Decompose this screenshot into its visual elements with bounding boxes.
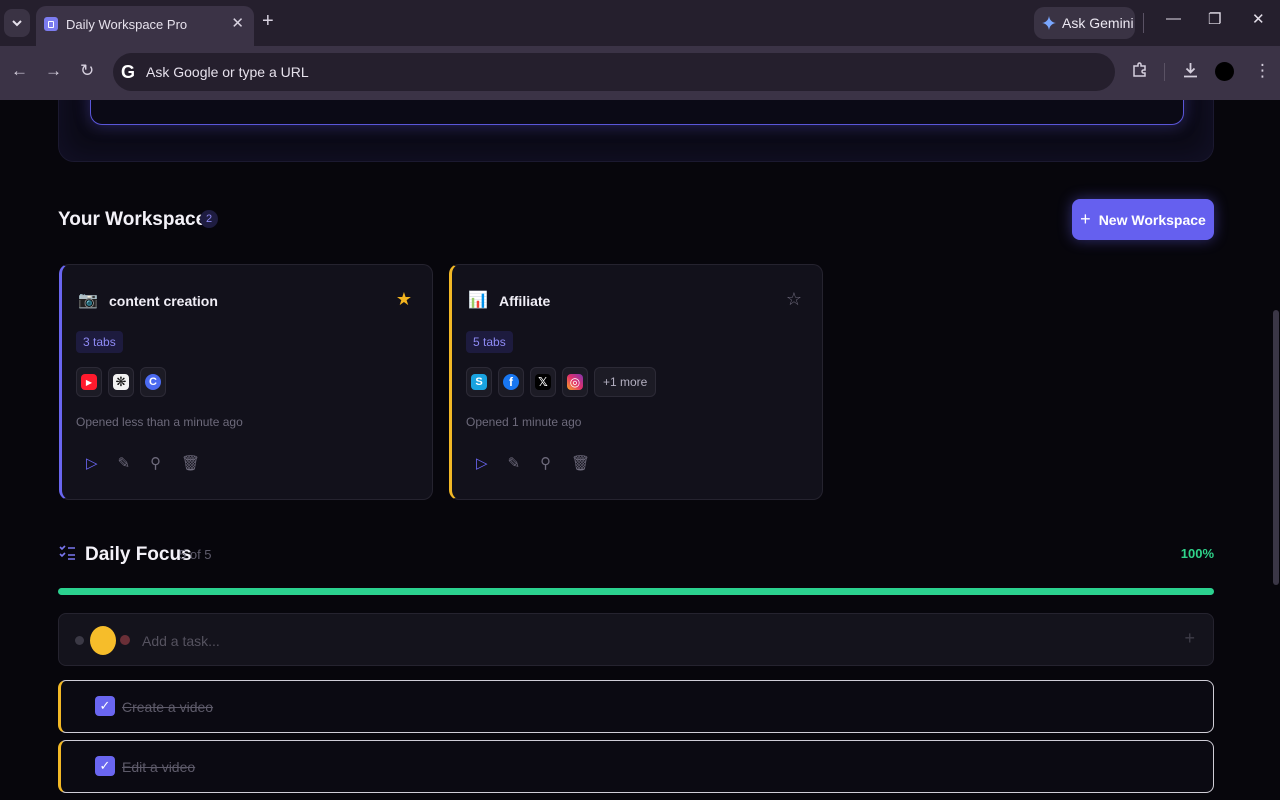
workspaces-heading: Your Workspaces: [58, 209, 217, 230]
toolbar-divider: [1164, 63, 1165, 81]
app-chip[interactable]: C: [140, 367, 166, 397]
ask-gemini-label: Ask Gemini: [1062, 15, 1134, 31]
app-chip[interactable]: S: [466, 367, 492, 397]
priority-high-dot[interactable]: [120, 635, 130, 645]
checkbox-checked-icon[interactable]: ✓: [95, 756, 115, 776]
chatgpt-icon: ❋: [113, 374, 129, 390]
app-chip[interactable]: ❋: [108, 367, 134, 397]
page-content: Your Workspaces 2 + New Workspace 📷 cont…: [0, 100, 1280, 800]
close-window-icon[interactable]: ✕: [1252, 10, 1265, 28]
canva-icon: C: [145, 374, 161, 390]
new-workspace-label: New Workspace: [1098, 211, 1206, 228]
daily-focus-heading: Daily Focus: [85, 544, 192, 565]
restore-icon[interactable]: ❐: [1208, 10, 1221, 28]
systeme-icon: S: [471, 374, 487, 390]
menu-kebab-icon[interactable]: ⋮: [1254, 61, 1271, 81]
new-tab-button[interactable]: +: [262, 10, 274, 33]
task-text: Create a video: [122, 699, 214, 715]
ask-gemini-button[interactable]: Ask Gemini: [1034, 7, 1135, 39]
new-workspace-button[interactable]: + New Workspace: [1072, 199, 1214, 240]
extensions-puzzle-icon[interactable]: [1131, 61, 1149, 84]
app-chip[interactable]: ▶: [76, 367, 102, 397]
add-task-row[interactable]: Add a task... +: [58, 613, 1214, 666]
star-outline-icon[interactable]: ☆: [786, 289, 802, 310]
workspaces-count-badge: 2: [200, 210, 218, 228]
edit-pencil-icon[interactable]: ✎: [118, 454, 131, 472]
youtube-icon: ▶: [81, 374, 97, 390]
hero-card: [58, 100, 1214, 162]
workspace-app-icons: S f 𝕏 ◎ +1 more: [466, 367, 657, 397]
window-controls-divider: [1143, 13, 1144, 33]
tabs-count-badge: 3 tabs: [76, 331, 123, 353]
edit-pencil-icon[interactable]: ✎: [508, 454, 521, 472]
pin-icon[interactable]: ⚲: [150, 454, 161, 472]
camera-emoji-icon: 📷: [78, 292, 98, 309]
app-chip[interactable]: ◎: [562, 367, 588, 397]
page-scrollbar[interactable]: [1273, 310, 1279, 585]
daily-progress-bar: [58, 588, 1214, 595]
task-item[interactable]: ✓ Create a video: [58, 680, 1214, 733]
trash-icon[interactable]: 🗑: [181, 454, 200, 472]
facebook-icon: f: [503, 374, 519, 390]
tab-search-button[interactable]: [4, 9, 30, 37]
downloads-icon[interactable]: [1182, 61, 1199, 84]
browser-toolbar: ← → ↻ G Ask Google or type a URL ⋮: [0, 46, 1280, 100]
browser-tabstrip: Daily Workspace Pro ✕ + Ask Gemini — ❐ ✕: [0, 0, 1280, 46]
address-bar-placeholder: Ask Google or type a URL: [146, 64, 309, 80]
back-arrow-icon[interactable]: ←: [11, 61, 28, 81]
plus-icon: +: [1080, 209, 1091, 229]
priority-low-dot[interactable]: [75, 636, 84, 645]
x-icon: 𝕏: [535, 374, 551, 390]
add-task-input[interactable]: Add a task...: [142, 633, 220, 649]
hero-inner-panel: [90, 100, 1184, 125]
play-icon[interactable]: ▷: [86, 454, 98, 472]
chevron-down-icon: [12, 20, 22, 27]
reload-icon[interactable]: ↻: [80, 61, 94, 81]
workspace-actions: ▷ ✎ ⚲ 🗑: [476, 454, 590, 472]
add-task-plus-icon[interactable]: +: [1184, 628, 1195, 649]
minimize-icon[interactable]: —: [1166, 10, 1181, 27]
forward-arrow-icon[interactable]: →: [45, 61, 62, 81]
progress-fill: [58, 588, 1214, 595]
gemini-sparkle-icon: [1042, 16, 1056, 30]
app-chip[interactable]: f: [498, 367, 524, 397]
address-bar[interactable]: G Ask Google or type a URL: [113, 53, 1115, 91]
workspace-actions: ▷ ✎ ⚲ 🗑: [86, 454, 200, 472]
trash-icon[interactable]: 🗑: [571, 454, 590, 472]
workspace-name: content creation: [109, 293, 218, 309]
workspace-card[interactable]: 📷 content creation ★ 3 tabs ▶ ❋ C Opened…: [59, 264, 433, 500]
tasks-done-count: 5 of 5: [179, 547, 212, 562]
last-opened-text: Opened 1 minute ago: [466, 415, 582, 429]
play-icon[interactable]: ▷: [476, 454, 488, 472]
bar-chart-emoji-icon: 📊: [468, 292, 488, 309]
profile-avatar[interactable]: [1215, 62, 1234, 81]
tab-title: Daily Workspace Pro: [66, 17, 188, 32]
tab-close-icon[interactable]: ✕: [231, 14, 244, 32]
google-g-icon: G: [121, 62, 136, 82]
priority-medium-dot[interactable]: [90, 626, 116, 655]
workspace-app-icons: ▶ ❋ C: [76, 367, 166, 397]
browser-tab-active[interactable]: Daily Workspace Pro ✕: [36, 6, 254, 46]
task-item[interactable]: ✓ Edit a video: [58, 740, 1214, 793]
page-favicon-icon: [44, 17, 58, 31]
more-apps-chip[interactable]: +1 more: [594, 367, 657, 397]
star-filled-icon[interactable]: ★: [396, 289, 412, 310]
tabs-count-badge: 5 tabs: [466, 331, 513, 353]
app-chip[interactable]: 𝕏: [530, 367, 556, 397]
checkbox-checked-icon[interactable]: ✓: [95, 696, 115, 716]
checklist-icon: [59, 545, 76, 566]
instagram-icon: ◎: [567, 374, 583, 390]
progress-percent: 100%: [1180, 546, 1214, 561]
pin-icon[interactable]: ⚲: [540, 454, 551, 472]
workspace-card[interactable]: 📊 Affiliate ☆ 5 tabs S f 𝕏 ◎ +1 more Ope…: [449, 264, 823, 500]
task-text: Edit a video: [122, 759, 196, 775]
workspace-name: Affiliate: [499, 293, 551, 309]
last-opened-text: Opened less than a minute ago: [76, 415, 243, 429]
